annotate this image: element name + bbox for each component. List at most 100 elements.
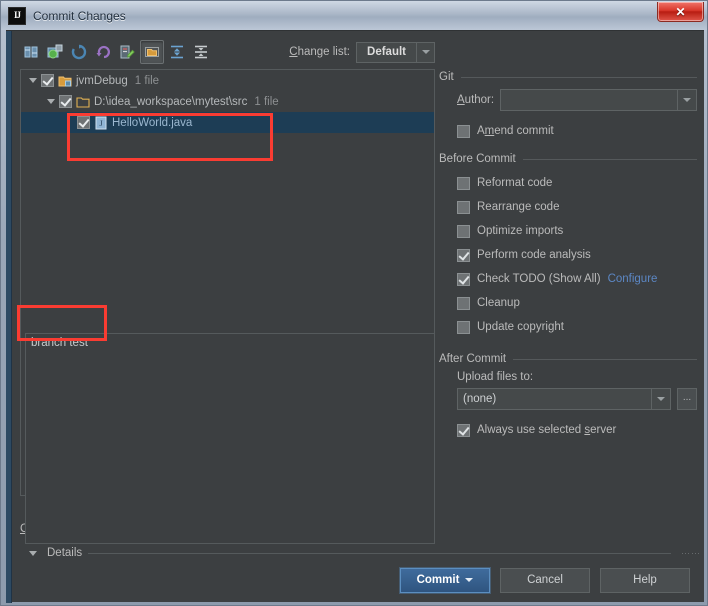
chevron-down-icon xyxy=(465,577,474,582)
divider xyxy=(513,358,697,360)
tree-node-count: 1 file xyxy=(254,95,279,108)
edit-source-icon[interactable] xyxy=(116,41,138,63)
amend-commit-checkbox[interactable] xyxy=(457,124,470,138)
reformat-code-row[interactable]: Reformat code xyxy=(457,171,697,195)
after-commit-group-title: After Commit xyxy=(439,353,697,365)
amend-commit-label: Amend commit xyxy=(477,125,554,137)
chevron-down-icon[interactable] xyxy=(25,550,41,556)
author-row: Author: xyxy=(457,89,697,111)
author-label: Author: xyxy=(457,94,495,106)
tree-row[interactable]: J HelloWorld.java xyxy=(21,112,434,133)
perform-code-analysis-checkbox[interactable] xyxy=(457,248,470,262)
tree-row[interactable]: jvmDebug 1 file xyxy=(21,70,434,91)
rearrange-code-label: Rearrange code xyxy=(477,201,560,213)
upload-files-label: Upload files to: xyxy=(457,371,534,383)
optimize-imports-row[interactable]: Optimize imports xyxy=(457,219,697,243)
details-label: Details xyxy=(47,547,83,559)
close-icon[interactable]: ✕ xyxy=(657,2,704,22)
author-combo[interactable] xyxy=(500,89,697,111)
cleanup-label: Cleanup xyxy=(477,297,520,309)
chevron-down-icon[interactable] xyxy=(416,42,434,62)
amend-commit-checkbox-row[interactable]: Amend commit xyxy=(457,119,697,143)
divider xyxy=(88,552,671,554)
tree-node-count: 1 file xyxy=(134,74,160,87)
git-group-title: Git xyxy=(439,71,697,83)
module-icon xyxy=(58,74,72,88)
title-bar: IJ Commit Changes ✕ xyxy=(1,1,707,30)
chevron-down-icon[interactable] xyxy=(25,78,41,83)
commit-options-panel: Git Author: Amend commit Before Commit R… xyxy=(439,71,697,452)
update-copyright-label: Update copyright xyxy=(477,321,564,333)
commit-button[interactable]: Commit xyxy=(400,568,490,593)
author-input[interactable] xyxy=(501,90,677,110)
changelist-value: Default xyxy=(367,45,406,58)
divider xyxy=(460,76,697,78)
cleanup-checkbox[interactable] xyxy=(457,296,470,310)
cancel-button[interactable]: Cancel xyxy=(500,568,590,593)
chevron-down-icon[interactable] xyxy=(651,389,670,409)
upload-target-dropdown[interactable] xyxy=(457,388,671,410)
after-commit-label: After Commit xyxy=(439,353,507,365)
after-commit-group: After Commit Upload files to: ... Always xyxy=(439,353,697,442)
dialog-buttons: Commit Cancel Help xyxy=(400,568,690,593)
update-copyright-checkbox[interactable] xyxy=(457,320,470,334)
divider xyxy=(522,158,697,160)
changelist-label: Change list: xyxy=(289,46,351,58)
commit-message-input[interactable]: branch test xyxy=(25,333,435,544)
git-group: Git Author: Amend commit xyxy=(439,71,697,143)
always-use-server-row[interactable]: Always use selected server xyxy=(457,418,697,442)
before-commit-group: Before Commit Reformat code Rearrange co… xyxy=(439,153,697,339)
move-to-changelist-icon[interactable] xyxy=(44,41,66,63)
expand-all-icon[interactable] xyxy=(166,41,188,63)
intellij-idea-logo-icon: IJ xyxy=(8,6,26,25)
tree-node-label: HelloWorld.java xyxy=(112,116,193,129)
chevron-down-icon[interactable] xyxy=(43,99,59,104)
always-use-server-checkbox[interactable] xyxy=(457,423,470,437)
folder-icon xyxy=(76,95,90,109)
show-diff-icon[interactable] xyxy=(20,41,42,63)
reformat-code-label: Reformat code xyxy=(477,177,553,189)
check-todo-label: Check TODO (Show All) xyxy=(477,273,601,285)
svg-text:J: J xyxy=(99,119,102,128)
window-title: Commit Changes xyxy=(33,8,126,23)
node-checkbox[interactable] xyxy=(77,116,90,129)
check-todo-checkbox[interactable] xyxy=(457,272,470,286)
help-button[interactable]: Help xyxy=(600,568,690,593)
node-checkbox[interactable] xyxy=(41,74,54,87)
changelist-control: Change list: Default xyxy=(289,41,435,63)
optimize-imports-checkbox[interactable] xyxy=(457,224,470,238)
optimize-imports-label: Optimize imports xyxy=(477,225,564,237)
details-section[interactable]: Details ⋯⋯ xyxy=(25,544,705,562)
cleanup-row[interactable]: Cleanup xyxy=(457,291,697,315)
rollback-icon[interactable] xyxy=(92,41,114,63)
refresh-icon[interactable] xyxy=(68,41,90,63)
changelist-dropdown[interactable]: Default xyxy=(356,41,435,63)
changes-toolbar: Change list: Default xyxy=(20,39,435,65)
tree-node-label: jvmDebug xyxy=(76,74,128,87)
configure-link[interactable]: Configure xyxy=(608,273,658,285)
rearrange-code-checkbox[interactable] xyxy=(457,200,470,214)
dialog-content: Change list: Default jvmDebug 1 file D:\… xyxy=(11,31,704,602)
commit-changes-window: IJ Commit Changes ✕ Change list: Default… xyxy=(0,0,708,606)
before-commit-label: Before Commit xyxy=(439,153,516,165)
commit-button-label: Commit xyxy=(416,574,460,586)
before-commit-group-title: Before Commit xyxy=(439,153,697,165)
dialog-body: Change list: Default jvmDebug 1 file D:\… xyxy=(6,30,704,603)
check-todo-row[interactable]: Check TODO (Show All) Configure xyxy=(457,267,697,291)
commit-message-text: branch test xyxy=(31,337,88,349)
reformat-code-checkbox[interactable] xyxy=(457,176,470,190)
tree-row[interactable]: D:\idea_workspace\mytest\src 1 file xyxy=(21,91,434,112)
node-checkbox[interactable] xyxy=(59,95,72,108)
chevron-down-icon[interactable] xyxy=(677,90,696,110)
always-use-server-label: Always use selected server xyxy=(477,424,617,436)
git-group-label: Git xyxy=(439,71,454,83)
rearrange-code-row[interactable]: Rearrange code xyxy=(457,195,697,219)
perform-code-analysis-row[interactable]: Perform code analysis xyxy=(457,243,697,267)
upload-target-row: ... xyxy=(457,388,697,410)
update-copyright-row[interactable]: Update copyright xyxy=(457,315,697,339)
group-by-directory-icon[interactable] xyxy=(140,40,164,64)
upload-target-value[interactable] xyxy=(458,389,651,409)
collapse-all-icon[interactable] xyxy=(190,41,212,63)
browse-servers-button[interactable]: ... xyxy=(677,388,697,410)
details-splitter-handle[interactable]: ⋯⋯ xyxy=(677,549,705,558)
